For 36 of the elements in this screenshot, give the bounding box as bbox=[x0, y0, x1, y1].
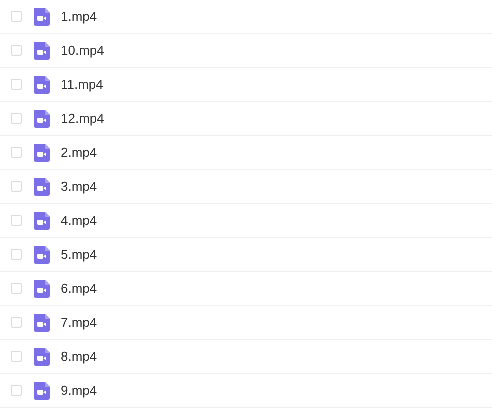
video-file-icon bbox=[34, 178, 50, 196]
video-file-icon bbox=[34, 280, 50, 298]
video-file-icon bbox=[34, 382, 50, 400]
file-name[interactable]: 11.mp4 bbox=[61, 77, 104, 92]
file-name[interactable]: 8.mp4 bbox=[61, 349, 98, 364]
video-file-icon bbox=[34, 348, 50, 366]
file-name[interactable]: 6.mp4 bbox=[61, 281, 98, 296]
video-file-icon bbox=[34, 212, 50, 230]
file-name[interactable]: 7.mp4 bbox=[61, 315, 98, 330]
file-name[interactable]: 9.mp4 bbox=[61, 383, 98, 398]
file-name[interactable]: 4.mp4 bbox=[61, 213, 98, 228]
checkbox[interactable] bbox=[11, 283, 22, 294]
video-file-icon bbox=[34, 246, 50, 264]
checkbox[interactable] bbox=[11, 11, 22, 22]
video-file-icon bbox=[34, 76, 50, 94]
video-file-icon bbox=[34, 144, 50, 162]
file-name[interactable]: 3.mp4 bbox=[61, 179, 98, 194]
checkbox[interactable] bbox=[11, 181, 22, 192]
checkbox[interactable] bbox=[11, 215, 22, 226]
video-file-icon bbox=[34, 314, 50, 332]
checkbox[interactable] bbox=[11, 79, 22, 90]
video-file-icon bbox=[34, 110, 50, 128]
checkbox[interactable] bbox=[11, 351, 22, 362]
checkbox[interactable] bbox=[11, 113, 22, 124]
file-name[interactable]: 5.mp4 bbox=[61, 247, 98, 262]
checkbox[interactable] bbox=[11, 249, 22, 260]
checkbox[interactable] bbox=[11, 385, 22, 396]
checkbox[interactable] bbox=[11, 317, 22, 328]
video-file-icon bbox=[34, 8, 50, 26]
checkbox[interactable] bbox=[11, 147, 22, 158]
file-name[interactable]: 1.mp4 bbox=[61, 9, 98, 24]
video-file-icon bbox=[34, 42, 50, 60]
file-name[interactable]: 10.mp4 bbox=[61, 43, 104, 58]
checkbox[interactable] bbox=[11, 45, 22, 56]
file-name[interactable]: 2.mp4 bbox=[61, 145, 98, 160]
file-name[interactable]: 12.mp4 bbox=[61, 111, 104, 126]
